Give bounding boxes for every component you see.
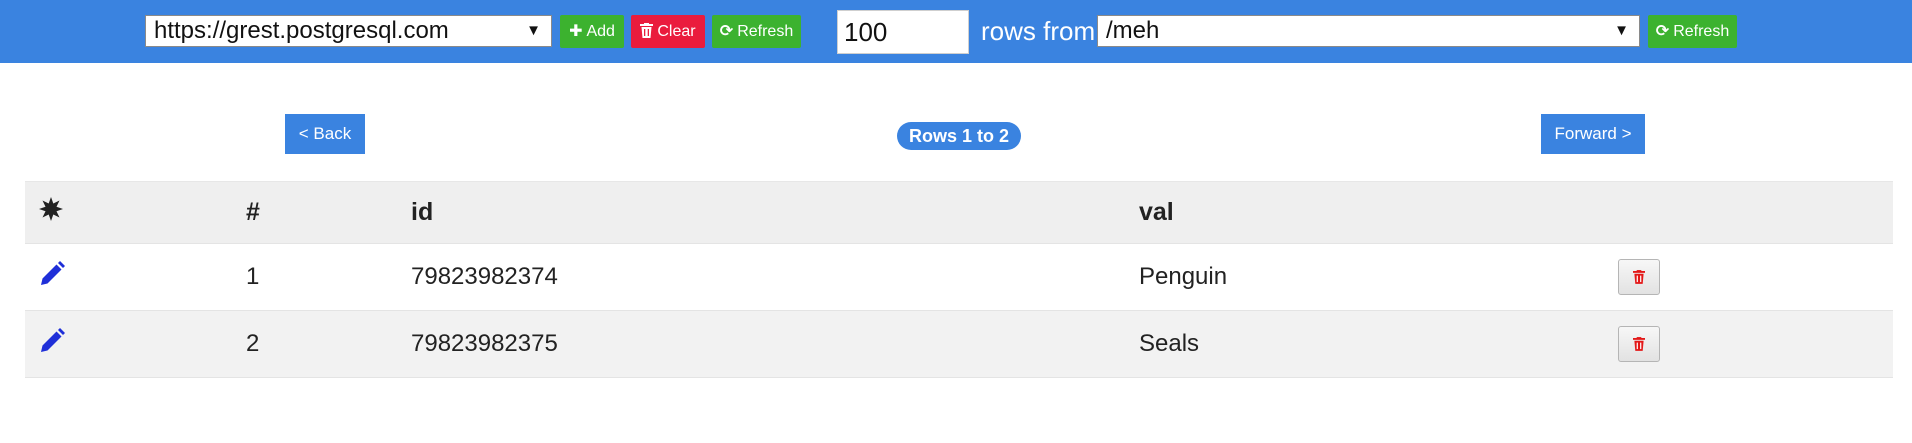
refresh-icon: ⟳ xyxy=(719,23,734,40)
edit-cell xyxy=(39,311,65,377)
top-toolbar: https://grest.postgresql.com ▼ ✚ Add Clea… xyxy=(0,0,1912,63)
row-val: Penguin xyxy=(1139,263,1228,290)
rows-range-badge: Rows 1 to 2 xyxy=(897,122,1021,150)
rows-count-input[interactable]: 100 xyxy=(837,10,969,54)
rows-from-label: rows from xyxy=(981,16,1096,46)
row-id: 79823982375 xyxy=(411,330,558,357)
clear-button-label: Clear xyxy=(657,23,696,40)
starburst-icon xyxy=(39,197,63,228)
table-select[interactable]: /meh ▼ xyxy=(1097,15,1640,47)
row-val: Seals xyxy=(1139,330,1200,357)
plus-icon: ✚ xyxy=(569,23,583,40)
row-id: 79823982374 xyxy=(411,263,558,290)
table-row: 2 79823982375 Seals xyxy=(25,310,1893,378)
refresh-button-label: Refresh xyxy=(737,23,794,40)
data-table: # id val 1 79823982374 Penguin 2 7982398… xyxy=(25,181,1893,378)
forward-button[interactable]: Forward > xyxy=(1541,114,1645,154)
table-header-row: # id val xyxy=(25,181,1893,243)
table-select-value: /meh xyxy=(1106,17,1160,44)
delete-cell xyxy=(1618,244,1660,310)
header-num: # xyxy=(246,198,260,226)
header-id: id xyxy=(411,198,434,226)
trash-icon xyxy=(1633,263,1645,291)
add-button-label: Add xyxy=(586,23,615,40)
chevron-down-icon: ▼ xyxy=(1614,22,1629,39)
row-num: 2 xyxy=(246,330,260,357)
trash-icon xyxy=(1633,330,1645,358)
refresh-table-button-label: Refresh xyxy=(1673,23,1730,40)
clear-button[interactable]: Clear xyxy=(631,15,705,48)
select-all-cell[interactable] xyxy=(39,182,63,243)
delete-row-button[interactable] xyxy=(1618,326,1660,362)
row-num: 1 xyxy=(246,263,260,290)
refresh-button[interactable]: ⟳ Refresh xyxy=(712,15,801,48)
delete-row-button[interactable] xyxy=(1618,259,1660,295)
refresh-table-button[interactable]: ⟳ Refresh xyxy=(1648,15,1737,48)
chevron-down-icon: ▼ xyxy=(526,22,541,39)
trash-icon xyxy=(640,15,654,48)
delete-cell xyxy=(1618,311,1660,377)
table-row: 1 79823982374 Penguin xyxy=(25,243,1893,310)
back-button[interactable]: < Back xyxy=(285,114,365,154)
edit-cell xyxy=(39,244,65,310)
pencil-icon[interactable] xyxy=(39,327,65,361)
server-select-value: https://grest.postgresql.com xyxy=(154,17,449,44)
pencil-icon[interactable] xyxy=(39,260,65,294)
header-val: val xyxy=(1139,198,1174,226)
add-button[interactable]: ✚ Add xyxy=(560,15,624,48)
refresh-icon: ⟳ xyxy=(1655,23,1670,40)
server-select[interactable]: https://grest.postgresql.com ▼ xyxy=(145,15,552,47)
